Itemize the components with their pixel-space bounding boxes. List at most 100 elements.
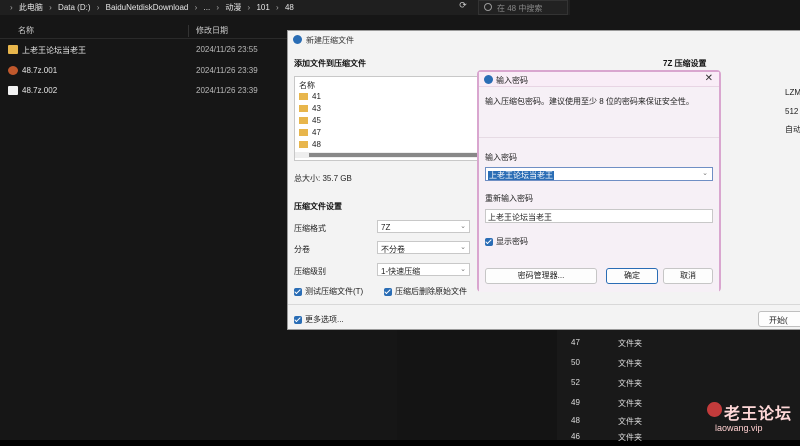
- confirm-value: 上老王论坛当老王: [488, 213, 552, 222]
- watermark: 老王论坛 laowang.vip: [705, 396, 800, 440]
- test-archive-checkbox[interactable]: 测试压缩文件(T): [294, 286, 363, 297]
- file-date: 2024/11/26 23:55: [196, 45, 258, 54]
- password-value: 上老王论坛当老王: [488, 171, 554, 180]
- format-select[interactable]: 7Z ⌄: [377, 220, 470, 233]
- ok-button[interactable]: 确定: [606, 268, 658, 284]
- list-item[interactable]: 48: [299, 140, 321, 152]
- folder-icon: [299, 93, 308, 101]
- format-label: 压缩格式: [294, 224, 326, 233]
- total-size: 总大小: 35.7 GB: [294, 174, 352, 183]
- dialog-titlebar[interactable]: 新建压缩文件: [288, 31, 800, 48]
- search-placeholder: 在 48 中搜索: [497, 4, 543, 13]
- split-label: 分卷: [294, 245, 310, 254]
- chevron-down-icon: ⌄: [460, 244, 466, 251]
- file-name: 48.7z.001: [22, 66, 58, 75]
- section-title-7z: 7Z 压缩设置: [663, 59, 707, 68]
- breadcrumb-item[interactable]: 48: [285, 3, 294, 12]
- list-header[interactable]: 名称: [299, 80, 315, 91]
- footer-divider: [288, 304, 800, 305]
- file-list[interactable]: 名称 41 43 45 47 48: [294, 76, 479, 161]
- file-icon: [8, 86, 18, 95]
- password-field[interactable]: 上老王论坛当老王 ⌄: [485, 167, 713, 181]
- word-size-value[interactable]: 自动: [785, 124, 800, 135]
- watermark-text: 老王论坛: [724, 406, 793, 423]
- divider: [479, 137, 719, 138]
- dialog-title: 输入密码: [496, 76, 528, 85]
- file-row[interactable]: 上老王论坛当老王 2024/11/26 23:55: [0, 43, 290, 57]
- item-type: 文件夹: [618, 379, 642, 388]
- split-select[interactable]: 不分卷 ⌄: [377, 241, 470, 254]
- file-date: 2024/11/26 23:39: [196, 86, 258, 95]
- chevron-down-icon: ⌄: [460, 266, 466, 273]
- watermark-url: laowang.vip: [715, 423, 763, 433]
- column-header-name[interactable]: 名称: [18, 25, 34, 36]
- item-number: 47: [571, 338, 580, 347]
- file-row[interactable]: 48.7z.002 2024/11/26 23:39: [0, 84, 290, 98]
- show-password-checkbox[interactable]: 显示密码: [485, 236, 528, 247]
- dialog-title: 新建压缩文件: [306, 36, 354, 45]
- list-item[interactable]: 45: [299, 116, 321, 128]
- folder-icon: [299, 117, 308, 125]
- chevron-down-icon[interactable]: ⌄: [702, 169, 708, 177]
- column-divider[interactable]: [188, 25, 189, 37]
- folder-icon: [299, 105, 308, 113]
- file-name: 上老王论坛当老王: [22, 46, 86, 55]
- list-item[interactable]: 47: [299, 128, 321, 140]
- list-item[interactable]: 47 文件夹: [397, 336, 697, 352]
- item-type: 文件夹: [618, 433, 642, 442]
- password-dialog: 输入密码 ✕ 输入压缩包密码。建议使用至少 8 位的密码来保证安全性。 输入密码…: [477, 70, 721, 292]
- archive-icon: [8, 66, 18, 75]
- password-manager-button[interactable]: 密码管理器...: [485, 268, 597, 284]
- breadcrumb-item[interactable]: 101: [256, 3, 269, 12]
- list-item[interactable]: 48 文件夹: [397, 414, 697, 430]
- breadcrumb: › 此电脑 › Data (D:) › BaiduNetdiskDownload…: [10, 3, 294, 12]
- breadcrumb-item[interactable]: 此电脑: [19, 3, 43, 12]
- scrollbar-thumb[interactable]: [309, 153, 479, 157]
- column-header-date[interactable]: 修改日期: [196, 25, 228, 36]
- button-bar: 密码管理器... 确定 取消: [479, 261, 719, 292]
- app-icon: [484, 75, 493, 84]
- method-value[interactable]: LZM: [785, 88, 800, 97]
- item-type: 文件夹: [618, 339, 642, 348]
- confirm-label: 重新输入密码: [485, 194, 533, 203]
- folder-icon: [8, 45, 18, 54]
- chevron-down-icon: ⌄: [460, 223, 466, 230]
- search-input[interactable]: 在 48 中搜索: [478, 0, 568, 15]
- breadcrumb-item[interactable]: 动漫: [225, 3, 241, 12]
- section-title-add-files: 添加文件到压缩文件: [294, 59, 366, 68]
- delete-after-checkbox[interactable]: 压缩后删除原始文件: [384, 286, 467, 297]
- file-name: 48.7z.002: [22, 86, 58, 95]
- level-label: 压缩级别: [294, 267, 326, 276]
- list-item[interactable]: 52 文件夹: [397, 376, 697, 392]
- list-item[interactable]: 49 文件夹: [397, 396, 697, 412]
- dictionary-value[interactable]: 512: [785, 107, 798, 116]
- dialog-titlebar[interactable]: 输入密码 ✕: [479, 72, 719, 87]
- file-date: 2024/11/26 23:39: [196, 66, 258, 75]
- list-item[interactable]: 46 文件夹: [397, 430, 697, 446]
- close-icon[interactable]: ✕: [705, 73, 713, 84]
- item-number: 49: [571, 398, 580, 407]
- checkbox-checked-icon: [485, 237, 493, 246]
- checkbox-checked-icon: [294, 287, 302, 296]
- checkbox-checked-icon: [294, 315, 302, 324]
- more-options-checkbox[interactable]: 更多选项...: [294, 314, 344, 325]
- checkbox-checked-icon: [384, 287, 392, 296]
- list-item[interactable]: 43: [299, 104, 321, 116]
- section-title-settings: 压缩文件设置: [294, 202, 342, 211]
- list-item[interactable]: 41: [299, 92, 321, 104]
- start-button[interactable]: 开始(: [758, 311, 800, 327]
- refresh-icon[interactable]: ⟳: [456, 0, 470, 14]
- item-type: 文件夹: [618, 417, 642, 426]
- search-icon: [484, 3, 492, 11]
- confirm-password-field[interactable]: 上老王论坛当老王: [485, 209, 713, 223]
- cancel-button[interactable]: 取消: [663, 268, 713, 284]
- item-number: 48: [571, 416, 580, 425]
- file-row[interactable]: 48.7z.001 2024/11/26 23:39: [0, 64, 290, 78]
- level-select[interactable]: 1-快速压缩 ⌄: [377, 263, 470, 276]
- breadcrumb-item[interactable]: Data (D:): [58, 3, 90, 12]
- breadcrumb-item[interactable]: BaiduNetdiskDownload: [106, 3, 189, 12]
- list-item[interactable]: 50 文件夹: [397, 356, 697, 372]
- breadcrumb-item[interactable]: ...: [204, 3, 211, 12]
- item-number: 52: [571, 378, 580, 387]
- item-number: 50: [571, 358, 580, 367]
